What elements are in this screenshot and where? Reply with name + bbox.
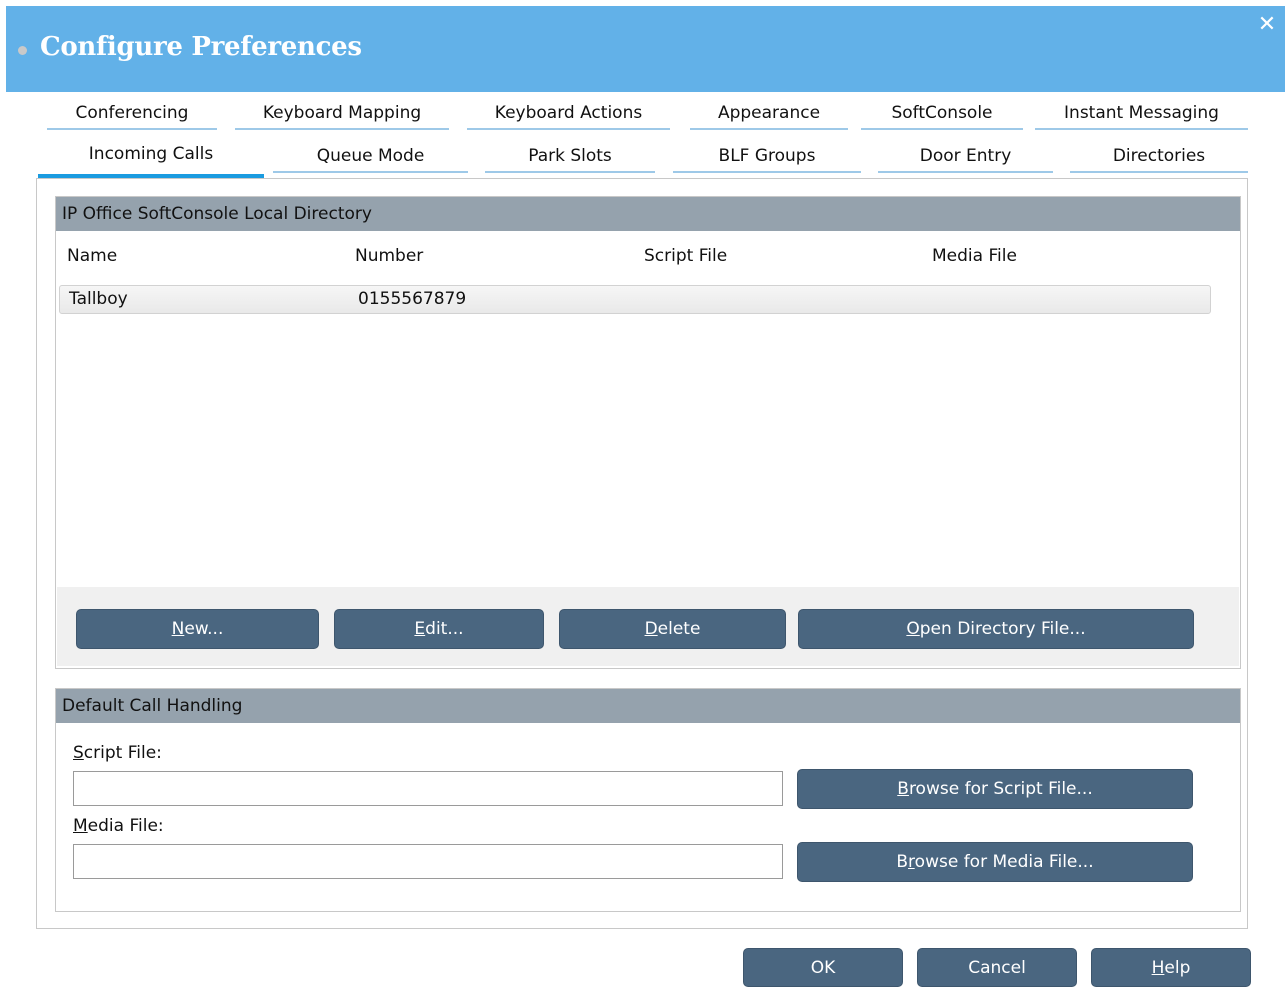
new-button[interactable]: New... [76,609,319,649]
browse-media-file-button[interactable]: Browse for Media File... [797,842,1193,882]
directory-list[interactable]: Name Number Script File Media File Tallb… [57,232,1239,586]
tab-blf-groups[interactable]: BLF Groups [673,143,861,173]
new-label: ew... [184,619,224,639]
browse-media-pre: B [896,852,909,872]
close-icon[interactable]: ✕ [1257,14,1277,36]
media-label-text: edia File: [87,816,164,836]
delete-label: elete [657,619,701,639]
row-number: 0155567879 [358,289,467,309]
local-directory-header: IP Office SoftConsole Local Directory [56,197,1240,231]
tab-instant-messaging[interactable]: Instant Messaging [1035,100,1248,130]
script-file-label: Script File: [73,743,162,763]
script-file-input[interactable] [73,771,783,806]
open-mnemonic: O [906,619,920,639]
tab-keyboard-actions[interactable]: Keyboard Actions [467,100,670,130]
browse-script-file-button[interactable]: Browse for Script File... [797,769,1193,809]
script-mnemonic: S [73,743,84,763]
window-title: Configure Preferences [40,32,362,62]
column-header-script-file[interactable]: Script File [644,246,727,266]
column-header-name[interactable]: Name [67,246,117,266]
help-mnemonic: H [1151,958,1165,978]
edit-label: dit... [425,619,464,639]
delete-button[interactable]: Delete [559,609,786,649]
column-header-media-file[interactable]: Media File [932,246,1017,266]
tab-softconsole[interactable]: SoftConsole [861,100,1023,130]
tab-keyboard-mapping[interactable]: Keyboard Mapping [235,100,449,130]
tab-park-slots[interactable]: Park Slots [485,143,655,173]
media-file-input[interactable] [73,844,783,879]
open-directory-file-button[interactable]: Open Directory File... [798,609,1194,649]
open-label: pen Directory File... [919,619,1086,639]
media-file-label: Media File: [73,816,164,836]
row-name: Tallboy [69,289,128,309]
tab-appearance[interactable]: Appearance [690,100,848,130]
edit-mnemonic: E [414,619,426,639]
media-mnemonic: M [73,816,88,836]
new-mnemonic: N [171,619,185,639]
tab-queue-mode[interactable]: Queue Mode [273,143,468,173]
script-label-text: cript File: [83,743,162,763]
browse-script-mnemonic: B [897,779,909,799]
ok-button[interactable]: OK [743,948,903,987]
cancel-button[interactable]: Cancel [917,948,1077,987]
edit-button[interactable]: Edit... [334,609,544,649]
tab-door-entry[interactable]: Door Entry [878,143,1053,173]
tab-conferencing[interactable]: Conferencing [47,100,217,130]
tab-directories[interactable]: Directories [1070,143,1248,173]
directory-buttons-area: New... Edit... Delete Open Directory Fil… [57,587,1239,666]
browse-media-mnemonic: r [908,852,915,872]
browse-script-label: rowse for Script File... [908,779,1093,799]
default-call-handling-group: Default Call Handling Script File: Brows… [55,688,1241,912]
title-bullet-icon [18,46,27,55]
delete-mnemonic: D [644,619,658,639]
title-bar: Configure Preferences [6,6,1285,92]
browse-media-label: owse for Media File... [914,852,1094,872]
tab-incoming-calls[interactable]: Incoming Calls [38,141,264,178]
default-call-handling-header: Default Call Handling [56,689,1240,723]
local-directory-group: IP Office SoftConsole Local Directory Na… [55,196,1241,669]
help-label: elp [1164,958,1191,978]
table-row[interactable]: Tallboy 0155567879 [59,285,1211,314]
help-button[interactable]: Help [1091,948,1251,987]
column-header-number[interactable]: Number [355,246,423,266]
